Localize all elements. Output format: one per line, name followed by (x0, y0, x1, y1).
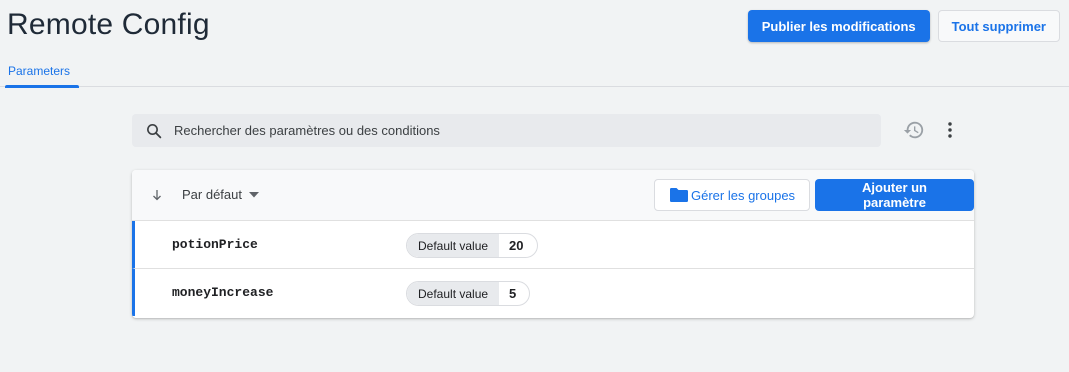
parameter-row[interactable]: potionPrice Default value 20 (132, 221, 974, 269)
parameter-row[interactable]: moneyIncrease Default value 5 (132, 269, 974, 316)
default-value: 5 (509, 286, 517, 301)
tabs-bar: Parameters (0, 55, 1069, 88)
parameters-card: Par défaut Gérer les groupes Ajouter un … (132, 170, 974, 318)
default-value-chip[interactable]: Default value 5 (406, 281, 531, 306)
more-vert-icon[interactable] (939, 119, 961, 141)
header-actions: Publier les modifications Tout supprimer (747, 10, 1060, 42)
default-value-label: Default value (407, 234, 500, 257)
default-value-label: Default value (407, 282, 500, 305)
parameter-name: moneyIncrease (172, 285, 274, 300)
search-icon (147, 123, 162, 138)
caret-down-icon (249, 191, 259, 197)
sort-dropdown[interactable]: Par défaut (182, 187, 259, 202)
tab-parameters[interactable]: Parameters (5, 55, 79, 88)
delete-all-button[interactable]: Tout supprimer (937, 10, 1060, 42)
search-input[interactable] (174, 123, 854, 138)
parameter-name: potionPrice (172, 237, 258, 252)
arrow-down-icon[interactable] (149, 187, 165, 203)
page-title: Remote Config (7, 8, 210, 41)
manage-groups-label: Gérer les groupes (691, 187, 796, 203)
search-bar[interactable] (132, 114, 881, 147)
card-toolbar: Par défaut Gérer les groupes Ajouter un … (132, 170, 974, 221)
folder-icon (670, 188, 688, 202)
sort-label: Par défaut (182, 187, 242, 202)
default-value-chip[interactable]: Default value 20 (406, 233, 538, 258)
publish-changes-button[interactable]: Publier les modifications (747, 10, 930, 42)
default-value: 20 (509, 238, 524, 253)
manage-groups-button[interactable]: Gérer les groupes (654, 179, 811, 211)
add-parameter-button[interactable]: Ajouter un paramètre (815, 179, 974, 211)
history-icon[interactable] (903, 119, 925, 141)
